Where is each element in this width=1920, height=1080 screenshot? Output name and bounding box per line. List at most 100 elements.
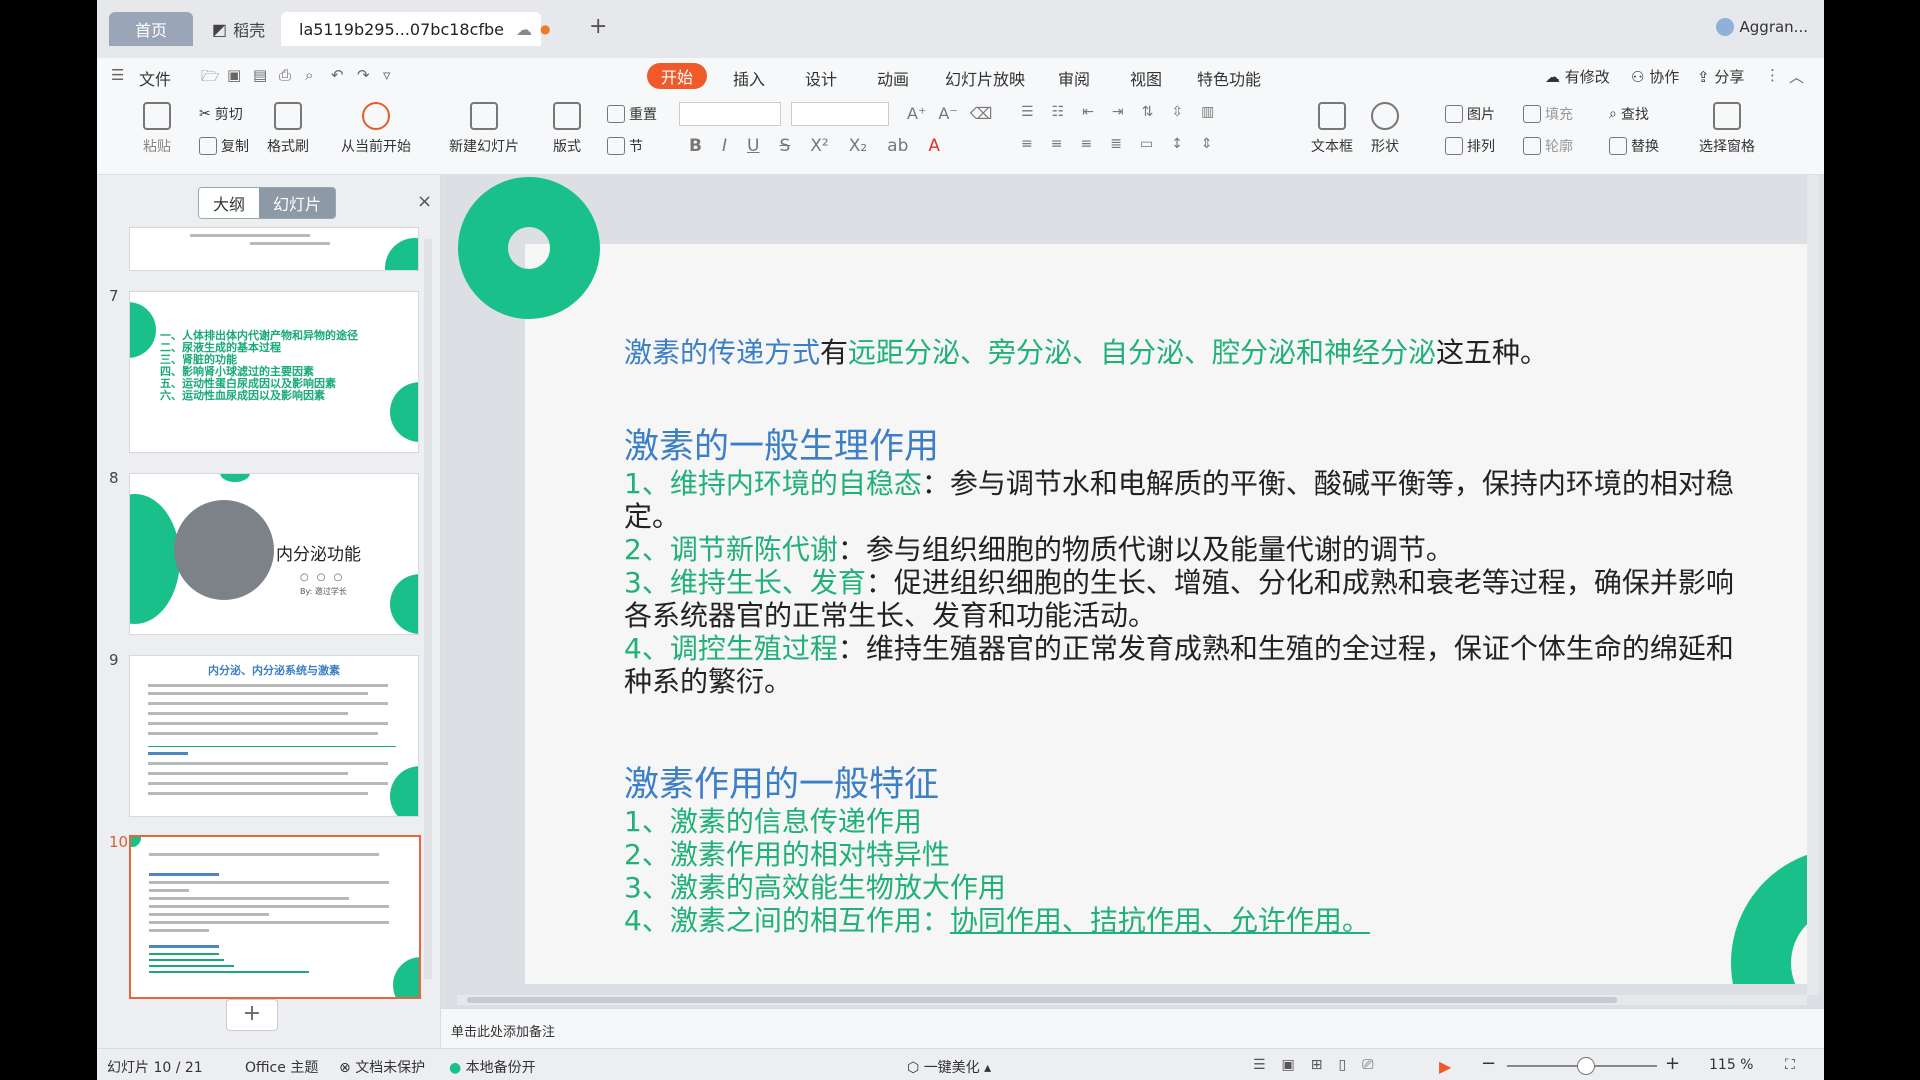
redo-icon[interactable]: ↷ <box>357 66 370 84</box>
menu-tab-view[interactable]: 视图 <box>1130 66 1162 90</box>
paste-button[interactable]: 粘贴 <box>143 102 171 156</box>
tab-home[interactable]: 首页 <box>109 12 193 46</box>
picture-button[interactable]: 图片 <box>1445 104 1495 124</box>
play-slideshow-icon[interactable]: ▶ <box>1439 1057 1451 1076</box>
align-right-icon[interactable]: ≡ <box>1080 136 1092 152</box>
clear-format-icon[interactable]: ⌫ <box>970 104 993 123</box>
open-icon[interactable]: 🗁 <box>201 66 220 91</box>
slide-line-transmission[interactable]: 激素的传递方式有远距分泌、旁分泌、自分泌、腔分泌和神经分泌这五种。 <box>624 331 1548 371</box>
cut-button[interactable]: ✂ 剪切 <box>199 104 243 124</box>
role-4-continuation[interactable]: 种系的繁衍。 <box>624 660 792 700</box>
reset-button[interactable]: 重置 <box>607 104 657 124</box>
font-color-icon[interactable]: A <box>928 136 940 156</box>
close-panel-icon[interactable]: × <box>417 191 432 212</box>
highlight-icon[interactable]: ab <box>887 136 908 156</box>
menu-tab-slideshow[interactable]: 幻灯片放映 <box>945 66 1025 90</box>
copy-button[interactable]: 复制 <box>199 136 249 156</box>
user-account[interactable]: Aggran... <box>1715 18 1808 36</box>
theme-name[interactable]: Office 主题 <box>245 1057 318 1077</box>
menu-tab-start[interactable]: 开始 <box>647 63 708 89</box>
justify-icon[interactable]: ≣ <box>1110 136 1122 152</box>
zoom-slider-knob[interactable] <box>1577 1057 1595 1075</box>
distribute-icon[interactable]: ▭ <box>1140 136 1153 152</box>
columns-icon[interactable]: ▥ <box>1201 104 1214 120</box>
view-mode-icons[interactable]: ☰▣⊞▯⎚ <box>1253 1057 1389 1073</box>
superscript-icon[interactable]: X² <box>810 136 828 156</box>
role-item-1[interactable]: 1、维持内环境的自稳态：参与调节水和电解质的平衡、酸碱平衡等，保持内环境的相对稳 <box>624 462 1734 502</box>
changes-button[interactable]: ☁ 有修改 <box>1545 66 1610 87</box>
menu-tab-design[interactable]: 设计 <box>805 66 837 90</box>
menu-file[interactable]: 文件 <box>139 66 171 90</box>
save-icon[interactable]: ▣ <box>227 66 241 84</box>
font-grow-icon[interactable]: A⁺ <box>907 104 926 123</box>
collapse-ribbon-icon[interactable]: ︿ <box>1789 66 1804 87</box>
tab-docer[interactable]: ◩ 稻壳 <box>198 12 276 46</box>
zoom-out-icon[interactable]: − <box>1481 1053 1496 1074</box>
tab-outline[interactable]: 大纲 <box>199 188 260 218</box>
zoom-in-icon[interactable]: + <box>1665 1053 1680 1074</box>
tab-slides[interactable]: 幻灯片 <box>259 188 336 218</box>
hamburger-menu-icon[interactable]: ☰ <box>111 66 124 84</box>
align-text-icon[interactable]: ⇳ <box>1171 104 1183 120</box>
scroll-thumb[interactable] <box>467 997 1617 1003</box>
slide-thumbnail-8[interactable]: 内分泌功能 ○○○ By: 邀过学长 <box>129 473 419 635</box>
export-pdf-icon[interactable]: ▤ <box>253 66 267 84</box>
canvas-vertical-scrollbar[interactable] <box>1807 175 1819 995</box>
font-family-select[interactable] <box>679 102 781 126</box>
increase-indent-icon[interactable]: ⇥ <box>1112 104 1124 120</box>
align-center-icon[interactable]: ≡ <box>1051 136 1063 152</box>
bullets-icon[interactable]: ☰ <box>1021 104 1034 120</box>
outline-button[interactable]: 轮廓 <box>1523 136 1573 156</box>
slide-thumbnail-10[interactable] <box>129 835 421 999</box>
font-shrink-icon[interactable]: A⁻ <box>938 104 957 123</box>
share-button[interactable]: ⇪ 分享 <box>1697 66 1744 87</box>
new-slide-button[interactable]: 新建幻灯片 <box>449 102 519 156</box>
fit-window-icon[interactable]: ⛶ <box>1785 1057 1795 1073</box>
new-tab-button[interactable]: + <box>589 14 607 39</box>
selection-pane-button[interactable]: 选择窗格 <box>1699 102 1755 156</box>
layout-button[interactable]: 版式 <box>553 102 581 156</box>
beautify-button[interactable]: ⬡ 一键美化 ▴ <box>907 1057 991 1077</box>
arrange-button[interactable]: 排列 <box>1445 136 1495 156</box>
bold-icon[interactable]: B <box>689 136 702 156</box>
replace-button[interactable]: 替换 <box>1609 136 1659 156</box>
underline-icon[interactable]: U <box>747 136 759 156</box>
more-icon[interactable]: ⋮ <box>1765 66 1780 84</box>
subscript-icon[interactable]: X₂ <box>849 136 867 156</box>
format-painter-button[interactable]: 格式刷 <box>267 102 309 156</box>
strikethrough-icon[interactable]: S <box>779 136 790 156</box>
align-left-icon[interactable]: ≡ <box>1021 136 1033 152</box>
protection-status[interactable]: ⊗ 文档未保护 <box>339 1057 425 1077</box>
slide-thumbnail-7[interactable]: 一、人体排出体内代谢产物和异物的途径 二、尿液生成的基本过程 三、肾脏的功能 四… <box>129 291 419 453</box>
paragraph-spacing-icon[interactable]: ⇕ <box>1201 136 1213 152</box>
slide-10[interactable]: 激素的传递方式有远距分泌、旁分泌、自分泌、腔分泌和神经分泌这五种。 激素的一般生… <box>525 244 1815 984</box>
collaborate-button[interactable]: ⚇ 协作 <box>1631 66 1679 87</box>
print-preview-icon[interactable]: ⌕ <box>305 66 313 84</box>
menu-tab-review[interactable]: 审阅 <box>1058 66 1090 90</box>
font-size-select[interactable] <box>791 102 889 126</box>
line-spacing-icon[interactable]: ↕ <box>1171 136 1183 152</box>
characteristic-4[interactable]: 4、激素之间的相互作用：协同作用、拮抗作用、允许作用。 <box>624 899 1370 939</box>
print-icon[interactable]: ⎙ <box>279 66 291 84</box>
slide-thumbnail-9[interactable]: 内分泌、内分泌系统与激素 <box>129 655 419 817</box>
italic-icon[interactable]: I <box>722 136 727 156</box>
add-slide-button[interactable]: + <box>226 999 278 1031</box>
customize-quickbar-icon[interactable]: ▿ <box>383 66 391 84</box>
text-direction-icon[interactable]: ⇅ <box>1142 104 1154 120</box>
menu-tab-animation[interactable]: 动画 <box>877 66 909 90</box>
fill-button[interactable]: 填充 <box>1523 104 1573 124</box>
slide-thumbnail-6[interactable] <box>129 227 419 271</box>
canvas-horizontal-scrollbar[interactable] <box>457 995 1807 1005</box>
characteristic-4-link[interactable]: 协同作用、拮抗作用、允许作用。 <box>950 904 1370 937</box>
backup-status[interactable]: ● 本地备份开 <box>449 1057 536 1077</box>
zoom-level[interactable]: 115 % <box>1709 1057 1753 1073</box>
play-from-current-button[interactable]: 从当前开始 <box>341 102 411 156</box>
numbering-icon[interactable]: ☷ <box>1052 104 1065 120</box>
menu-tab-insert[interactable]: 插入 <box>733 66 765 90</box>
notes-pane[interactable]: 单击此处添加备注 <box>441 1008 1824 1049</box>
menu-tab-special[interactable]: 特色功能 <box>1197 66 1261 90</box>
tab-document[interactable]: la5119b295...07bc18cfbe ☁ ● <box>281 12 551 46</box>
section-button[interactable]: 节 <box>607 136 643 156</box>
undo-icon[interactable]: ↶ <box>331 66 344 84</box>
panel-scrollbar[interactable] <box>424 239 432 979</box>
